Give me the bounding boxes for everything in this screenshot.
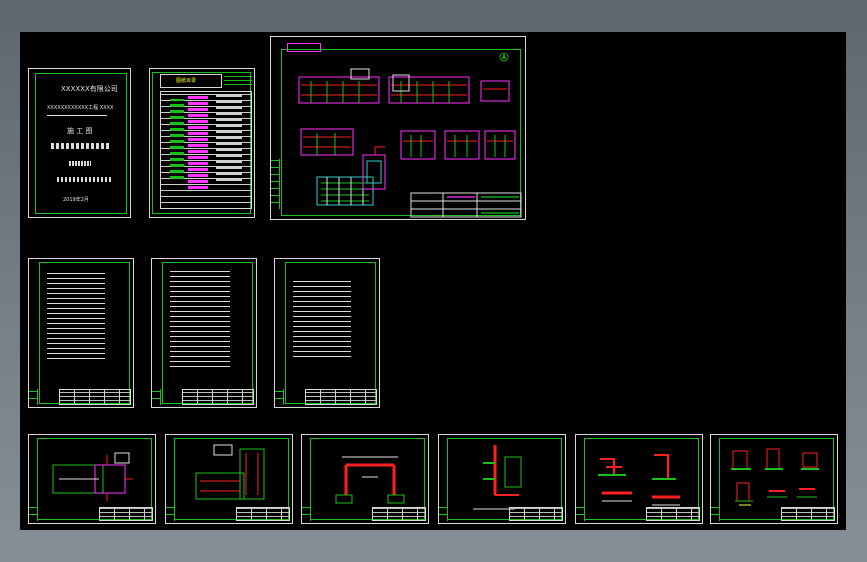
plan-view (316, 146, 386, 206)
list-column-white (216, 95, 242, 181)
title-block (372, 507, 426, 521)
title-block (305, 389, 377, 405)
sheet-side-strip (576, 507, 585, 521)
list-code-block (224, 74, 252, 88)
detail-sheet-2[interactable] (165, 434, 293, 524)
title-block (59, 389, 131, 405)
section-row-middle (300, 128, 516, 160)
cover-company: XXXXXX有限公司 (61, 85, 118, 93)
sheet-side-strip (152, 389, 161, 405)
detail-sheet-3[interactable] (301, 434, 429, 524)
notes-sheet-3[interactable] (274, 258, 380, 408)
sheet-side-strip (29, 507, 38, 521)
sheet-side-strip (439, 507, 448, 521)
notes-text (293, 279, 351, 361)
cover-date: 2019年2月 (63, 197, 89, 203)
drawing-list-sheet[interactable]: 图纸目录 (149, 68, 255, 218)
cad-model-space[interactable]: XXXXXX有限公司 XXXXXXXXXXXX工程 XXXX 施 工 图 201… (20, 32, 846, 530)
title-block (509, 507, 563, 521)
detail-sheet-4[interactable] (438, 434, 566, 524)
list-title: 图纸目录 (176, 78, 197, 84)
notes-sheet-1[interactable] (28, 258, 134, 408)
cover-code-block (69, 161, 91, 166)
cover-stamp-block (51, 143, 109, 149)
notes-sheet-2[interactable] (151, 258, 257, 408)
sheet-side-strip (711, 507, 720, 521)
title-block (236, 507, 290, 521)
title-block (99, 507, 153, 521)
cover-number-block (57, 177, 111, 182)
cover-stage: 施 工 图 (67, 127, 93, 135)
sheet-side-strip (166, 507, 175, 521)
cover-project: XXXXXXXXXXXX工程 XXXX (47, 105, 114, 111)
sheet-side-strip (275, 389, 284, 405)
sheet-side-strip (302, 507, 311, 521)
list-column-green (170, 99, 184, 179)
title-block (781, 507, 835, 521)
detail-sheet-1[interactable] (28, 434, 156, 524)
title-block (182, 389, 254, 405)
list-column-magenta (188, 95, 208, 189)
sheet-side-strip (29, 389, 38, 405)
title-block (646, 507, 700, 521)
notes-text (170, 271, 230, 371)
main-plan-sheet[interactable] (270, 36, 526, 220)
detail-sheet-6[interactable] (710, 434, 838, 524)
plan-drawing (298, 68, 522, 218)
cover-sheet[interactable]: XXXXXX有限公司 XXXXXXXXXXXX工程 XXXX 施 工 图 201… (28, 68, 131, 218)
section-row-top (298, 68, 510, 104)
cover-underline (47, 115, 107, 116)
notes-text (47, 273, 105, 363)
detail-sheet-5[interactable] (575, 434, 703, 524)
